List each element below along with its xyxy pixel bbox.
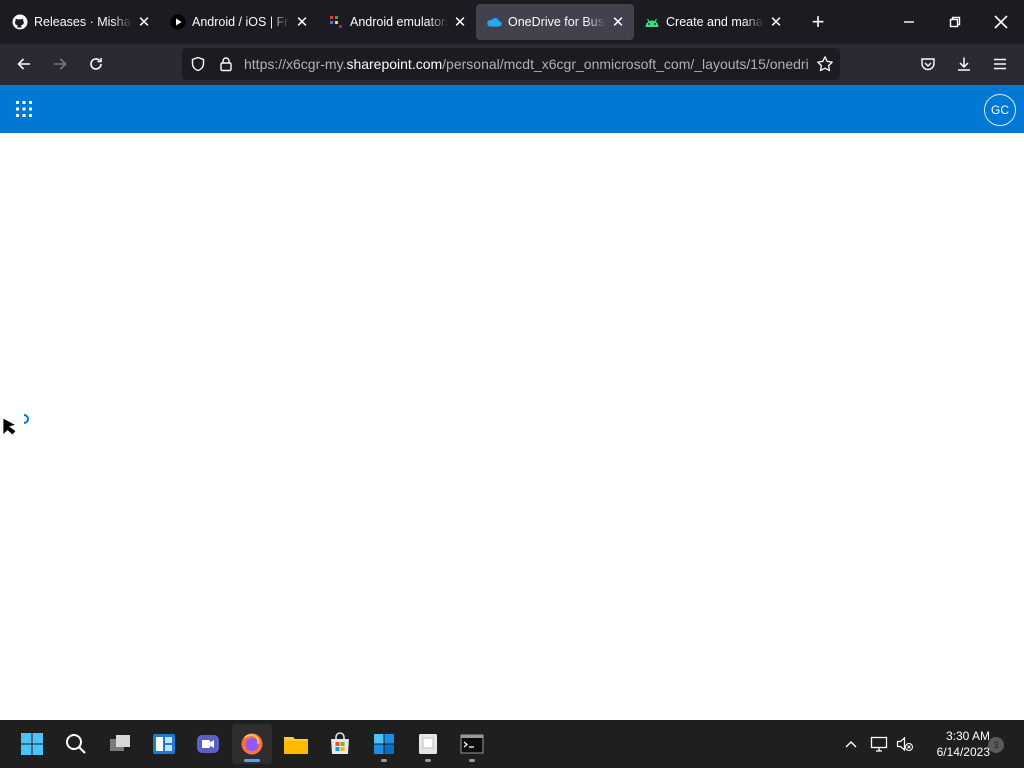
clock-time: 3:30 AM (945, 729, 990, 743)
tab-onedrive[interactable]: OneDrive for Busine ✕ (476, 4, 634, 40)
navigation-bar: https://x6cgr-my.sharepoint.com/personal… (0, 44, 1024, 85)
file-explorer-button[interactable] (276, 724, 316, 764)
tab-android-emulators[interactable]: Android emulators ✕ (318, 4, 476, 40)
tab-strip: Releases · MishaPro ✕ Android / iOS | Fr… (0, 0, 1024, 44)
tab-title: Create and manage (666, 15, 764, 29)
lock-icon[interactable] (218, 56, 234, 77)
play-icon (170, 14, 186, 30)
tab-title: OneDrive for Busine (508, 15, 606, 29)
url-domain: sharepoint.com (346, 56, 443, 72)
start-button[interactable] (12, 724, 52, 764)
downloads-button[interactable] (948, 48, 980, 80)
running-indicator (244, 759, 260, 762)
running-indicator (381, 759, 387, 762)
volume-muted-icon[interactable] (894, 720, 916, 768)
address-bar[interactable]: https://x6cgr-my.sharepoint.com/personal… (182, 48, 840, 80)
close-tab-icon[interactable]: ✕ (768, 14, 784, 31)
notification-badge[interactable]: 3 (988, 737, 1004, 753)
onedrive-cloud-icon (486, 14, 502, 30)
close-tab-icon[interactable]: ✕ (294, 14, 310, 31)
close-tab-icon[interactable]: ✕ (136, 14, 152, 31)
url-text[interactable]: https://x6cgr-my.sharepoint.com/personal… (244, 48, 808, 80)
close-window-button[interactable] (978, 0, 1024, 44)
close-tab-icon[interactable]: ✕ (452, 14, 468, 31)
back-button[interactable] (8, 48, 40, 80)
search-button[interactable] (56, 724, 96, 764)
app-launcher-icon[interactable] (0, 85, 48, 133)
account-avatar[interactable]: GC (984, 94, 1016, 126)
clock-date: 6/14/2023 (936, 745, 990, 759)
tab-title: Android / iOS | Free (192, 15, 290, 29)
terminal-button[interactable] (452, 724, 492, 764)
tab-releases[interactable]: Releases · MishaPro ✕ (2, 4, 160, 40)
pocket-button[interactable] (912, 48, 944, 80)
restore-button[interactable] (932, 0, 978, 44)
teams-chat-button[interactable] (188, 724, 228, 764)
network-icon[interactable] (868, 720, 890, 768)
tab-create-manage[interactable]: Create and manage ✕ (634, 4, 792, 40)
running-indicator (425, 759, 431, 762)
show-hidden-icons-chevron-icon[interactable] (840, 720, 862, 768)
app-logo-icon (328, 14, 344, 30)
url-path: /personal/mcdt_x6cgr_onmicrosoft_com/_la… (442, 56, 808, 72)
firefox-taskbar-button[interactable] (232, 724, 272, 764)
tracking-protection-icon[interactable] (190, 56, 206, 77)
running-indicator (469, 759, 475, 762)
close-tab-icon[interactable]: ✕ (610, 14, 626, 31)
minimize-button[interactable] (886, 0, 932, 44)
task-view-button[interactable] (100, 724, 140, 764)
widgets-button[interactable] (144, 724, 184, 764)
tab-title: Releases · MishaPro (34, 15, 132, 29)
notepad-button[interactable] (408, 724, 448, 764)
system-clock[interactable]: 3:30 AM 6/14/2023 (920, 728, 990, 760)
windows-app-button[interactable] (364, 724, 404, 764)
android-icon (644, 14, 660, 30)
menu-button[interactable] (984, 48, 1016, 80)
mouse-pointer-icon (2, 417, 18, 442)
tab-title: Android emulators (350, 15, 448, 29)
page-content (0, 133, 1024, 720)
microsoft-store-button[interactable] (320, 724, 360, 764)
new-tab-button[interactable]: + (800, 4, 836, 40)
loading-spinner-icon (19, 411, 29, 424)
suite-header: GC (0, 85, 1024, 133)
tab-android-ios[interactable]: Android / iOS | Free ✕ (160, 4, 318, 40)
reload-button[interactable] (80, 48, 112, 80)
taskbar: 3:30 AM 6/14/2023 (0, 720, 1024, 768)
bookmark-star-icon[interactable] (816, 55, 834, 78)
forward-button[interactable] (44, 48, 76, 80)
github-icon (12, 14, 28, 30)
url-prefix: https://x6cgr-my. (244, 56, 347, 72)
